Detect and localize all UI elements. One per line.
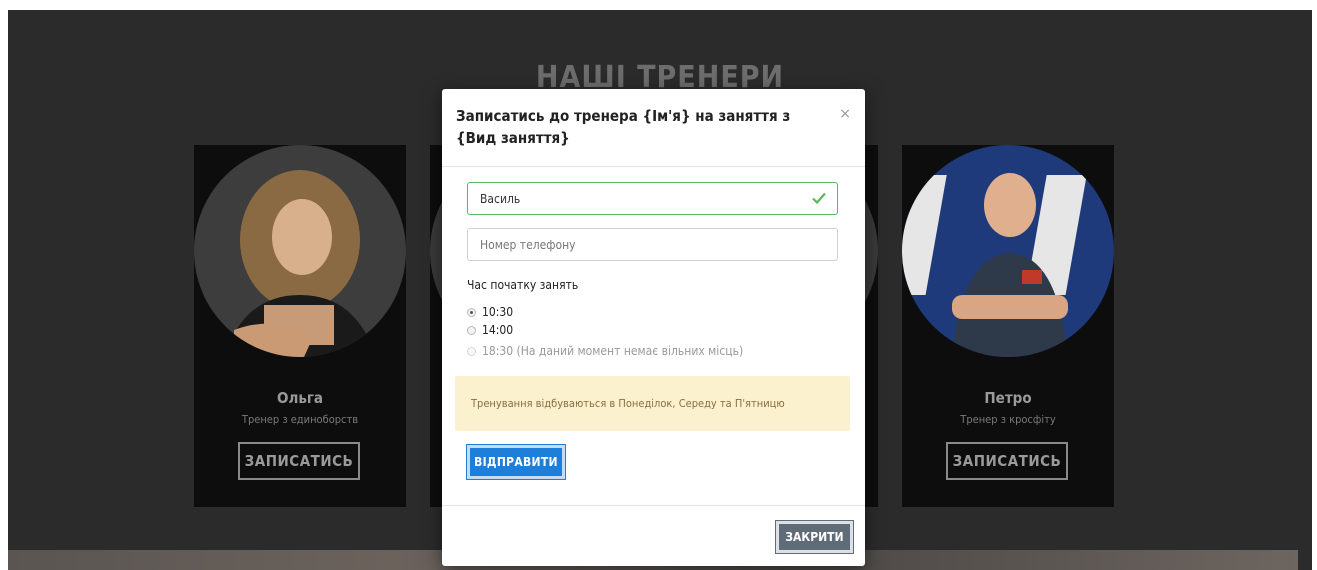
close-icon[interactable]: ×: [839, 106, 851, 122]
name-field[interactable]: Василь: [467, 182, 838, 215]
time-option-1830-disabled: 18:30 (На даний момент немає вільних міс…: [467, 344, 743, 358]
time-label: Час початку занять: [467, 278, 579, 292]
phone-field-placeholder: Номер телефону: [480, 237, 576, 252]
book-trainer-button[interactable]: ЗАПИСАТИСЬ: [946, 442, 1068, 480]
radio-checked-icon[interactable]: [467, 307, 476, 317]
radio-icon[interactable]: [467, 325, 476, 335]
name-field-value: Василь: [480, 191, 521, 206]
phone-field[interactable]: Номер телефону: [467, 228, 838, 261]
close-button[interactable]: ЗАКРИТИ: [775, 520, 854, 554]
trainer-photo: [902, 145, 1114, 357]
trainer-name: Ольга: [276, 389, 324, 407]
time-option-label: 14:00: [482, 323, 514, 337]
trainer-photo: [194, 145, 406, 357]
book-trainer-button[interactable]: ЗАПИСАТИСЬ: [238, 442, 360, 480]
trainer-role: Тренер з единоборств: [241, 413, 359, 426]
check-icon: [812, 192, 826, 205]
trainer-role: Тренер з кросфіту: [960, 413, 1056, 426]
modal-title: Записатись до тренера {Ім'я} на заняття …: [456, 107, 791, 147]
trainer-card-olga: Ольга Тренер з единоборств ЗАПИСАТИСЬ: [194, 145, 406, 507]
booking-modal: Записатись до тренера {Ім'я} на заняття …: [442, 89, 865, 566]
time-option-1400[interactable]: 14:00: [467, 323, 513, 337]
trainer-card-petro: Петро Тренер з кросфіту ЗАПИСАТИСЬ: [902, 145, 1114, 507]
radio-disabled-icon: [467, 346, 476, 356]
time-option-1030[interactable]: 10:30: [467, 305, 513, 319]
modal-header: Записатись до тренера {Ім'я} на заняття …: [442, 89, 865, 167]
time-option-label: 18:30 (На даний момент немає вільних міс…: [482, 344, 744, 358]
modal-footer: ЗАКРИТИ: [442, 505, 865, 566]
schedule-notice: Тренування відбуваються в Понеділок, Сер…: [455, 376, 850, 431]
trainer-name: Петро: [984, 389, 1032, 407]
time-option-label: 10:30: [482, 305, 514, 319]
send-button[interactable]: ВІДПРАВИТИ: [466, 444, 566, 480]
